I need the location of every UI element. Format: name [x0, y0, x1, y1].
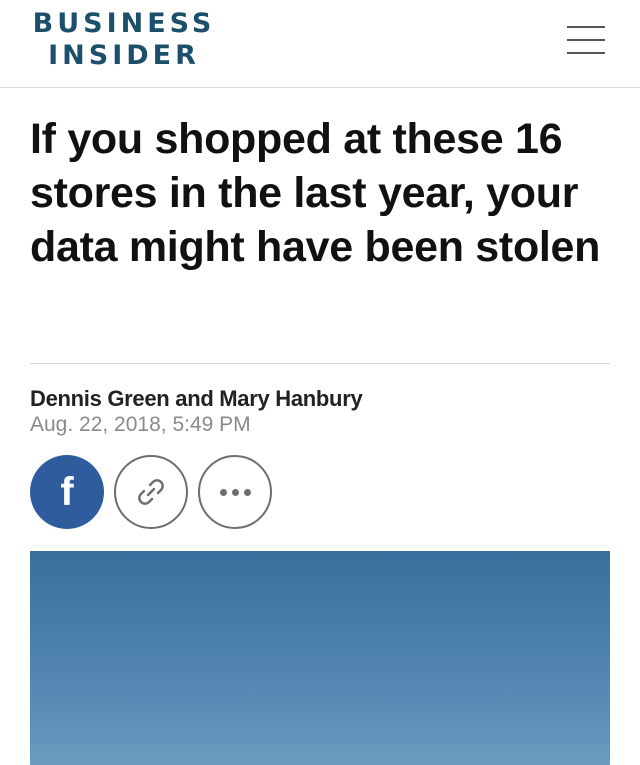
menu-bar	[567, 26, 605, 28]
more-dots-icon	[219, 488, 251, 496]
logo-line2: INSIDER	[48, 40, 200, 71]
share-facebook-button[interactable]: f	[30, 455, 104, 529]
article-hero-image	[30, 551, 610, 765]
copy-link-button[interactable]	[114, 455, 188, 529]
logo-line1: BUSINESS	[32, 8, 216, 39]
link-icon	[138, 479, 164, 505]
menu-bar	[567, 52, 605, 54]
more-options-button[interactable]	[198, 455, 272, 529]
article-byline[interactable]: Dennis Green and Mary Hanbury	[30, 386, 363, 412]
hamburger-menu-icon[interactable]	[563, 22, 609, 60]
facebook-icon: f	[60, 470, 74, 514]
menu-bar	[567, 39, 605, 41]
article-headline: If you shopped at these 16 stores in the…	[30, 115, 601, 271]
headline-divider	[30, 363, 610, 364]
article-timestamp: Aug. 22, 2018, 5:49 PM	[30, 413, 251, 436]
site-header: BUSINESS INSIDER	[0, 0, 640, 88]
business-insider-logo[interactable]: BUSINESS INSIDER	[29, 8, 219, 72]
